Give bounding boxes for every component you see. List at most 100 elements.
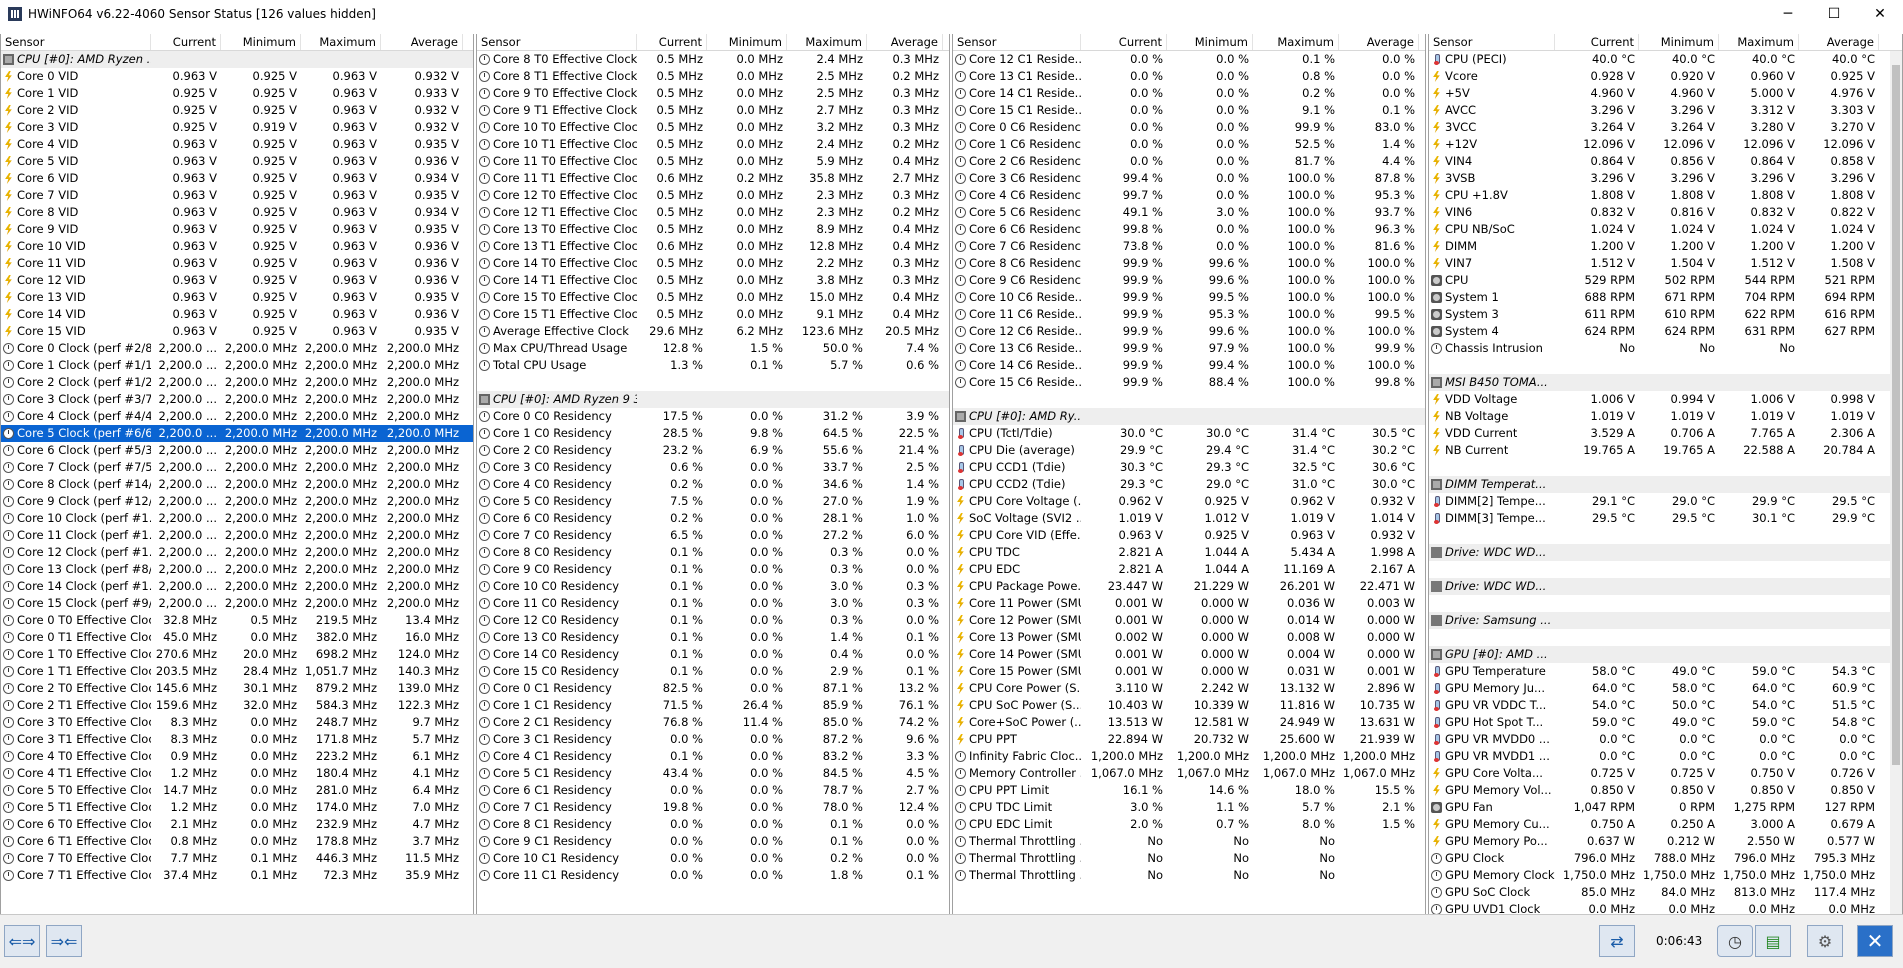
sensor-row[interactable]: Core 0 T0 Effective Clock 32.8 MHz 0.5 MHz… bbox=[1, 612, 473, 629]
report-icon[interactable]: ▤ bbox=[1755, 925, 1791, 957]
sensor-row[interactable]: Core 12 Clock (perf #1... 2,200.0 ... 2,20… bbox=[1, 544, 473, 561]
sensor-row[interactable]: CPU Core VID (Effe... 0.963 V 0.925 V 0.963… bbox=[953, 527, 1425, 544]
sensor-row[interactable]: Core 5 VID 0.963 V 0.925 V 0.963 V 0.936 V bbox=[1, 153, 473, 170]
sensor-row[interactable]: Average Effective Clock 29.6 MHz 6.2 MHz 12… bbox=[477, 323, 949, 340]
column-header-sensor[interactable]: Sensor bbox=[1429, 34, 1555, 50]
sensor-row[interactable]: Core 6 T0 Effective Clock 2.1 MHz 0.0 MHz 2… bbox=[1, 816, 473, 833]
sensor-row[interactable]: GPU Memory Po... 0.637 W 0.212 W 2.550 W 0.5… bbox=[1429, 833, 1902, 850]
sensor-row[interactable]: Core 2 VID 0.925 V 0.925 V 0.963 V 0.932 V bbox=[1, 102, 473, 119]
sensor-row[interactable]: Core 9 VID 0.963 V 0.925 V 0.963 V 0.935 V bbox=[1, 221, 473, 238]
sensor-group-header[interactable]: CPU [#0]: AMD Ryzen 9 3... bbox=[477, 391, 949, 408]
sensor-row[interactable]: Core 1 C6 Residency 0.0 % 0.0 % 52.5 % 1.4 % bbox=[953, 136, 1425, 153]
sensor-row[interactable]: Core 3 C6 Residency 99.4 % 0.0 % 100.0 % 87.… bbox=[953, 170, 1425, 187]
sensor-row[interactable]: Core 9 T0 Effective Clock 0.5 MHz 0.0 MHz 2… bbox=[477, 85, 949, 102]
sensor-row[interactable]: Core 0 VID 0.963 V 0.925 V 0.963 V 0.932 V bbox=[1, 68, 473, 85]
sensor-row[interactable]: Memory Controller ... 1,067.0 MHz 1,067.0 … bbox=[953, 765, 1425, 782]
sensor-row[interactable]: GPU UVD1 Clock 0.0 MHz 0.0 MHz 0.0 MHz 0.0 M… bbox=[1429, 901, 1902, 914]
sensor-row[interactable]: Infinity Fabric Cloc... 1,200.0 MHz 1,200.… bbox=[953, 748, 1425, 765]
sensor-row[interactable]: SoC Voltage (SVI2 ... 1.019 V 1.012 V 1.019… bbox=[953, 510, 1425, 527]
sensor-row[interactable]: Vcore 0.928 V 0.920 V 0.960 V 0.925 V bbox=[1429, 68, 1902, 85]
sensor-row[interactable]: Core 15 C1 Reside... 0.0 % 0.0 % 9.1 % 0.1 % bbox=[953, 102, 1425, 119]
sensor-row[interactable]: Core 2 C6 Residency 0.0 % 0.0 % 81.7 % 4.4 % bbox=[953, 153, 1425, 170]
sensor-row[interactable]: Core 1 C1 Residency 71.5 % 26.4 % 85.9 % 76.… bbox=[477, 697, 949, 714]
sensor-row[interactable]: Core 14 T0 Effective Clock 0.5 MHz 0.0 MHz… bbox=[477, 255, 949, 272]
column-header-sensor[interactable]: Sensor bbox=[953, 34, 1081, 50]
sensor-row[interactable]: Core 7 T0 Effective Clock 7.7 MHz 0.1 MHz 4… bbox=[1, 850, 473, 867]
sensor-row[interactable]: Core 5 C6 Residency 49.1 % 3.0 % 100.0 % 93.… bbox=[953, 204, 1425, 221]
sensor-row[interactable]: Core 0 C1 Residency 82.5 % 0.0 % 87.1 % 13.2… bbox=[477, 680, 949, 697]
sensor-row[interactable]: Core 6 C0 Residency 0.2 % 0.0 % 28.1 % 1.0 % bbox=[477, 510, 949, 527]
sensor-row[interactable]: Core 12 VID 0.963 V 0.925 V 0.963 V 0.936 V bbox=[1, 272, 473, 289]
sensor-row[interactable]: Core 14 C6 Reside... 99.9 % 99.4 % 100.0 % 1… bbox=[953, 357, 1425, 374]
sensor-row[interactable]: Core 10 T0 Effective Clock 0.5 MHz 0.0 MHz… bbox=[477, 119, 949, 136]
maximize-button[interactable]: ☐ bbox=[1811, 0, 1857, 28]
sensor-row[interactable]: Core 15 T1 Effective Clock 0.5 MHz 0.0 MHz… bbox=[477, 306, 949, 323]
sensor-row[interactable]: Core 11 C6 Reside... 99.9 % 95.3 % 100.0 % 9… bbox=[953, 306, 1425, 323]
sensor-row[interactable]: Core 15 Power (SMU) 0.001 W 0.000 W 0.031 W… bbox=[953, 663, 1425, 680]
column-header-sensor[interactable]: Sensor bbox=[477, 34, 637, 50]
sensor-row[interactable]: Core 6 C6 Residency 99.8 % 0.0 % 100.0 % 96.… bbox=[953, 221, 1425, 238]
sensor-row[interactable]: 3VSB 3.296 V 3.296 V 3.296 V 3.296 V bbox=[1429, 170, 1902, 187]
sensor-row[interactable]: Thermal Throttling ... No No No bbox=[953, 833, 1425, 850]
column-header-sensor[interactable]: Sensor bbox=[1, 34, 151, 50]
sensor-row[interactable]: Core 1 VID 0.925 V 0.925 V 0.963 V 0.933 V bbox=[1, 85, 473, 102]
sensor-row[interactable]: Core 14 C1 Reside... 0.0 % 0.0 % 0.2 % 0.0 % bbox=[953, 85, 1425, 102]
sensor-row[interactable]: Core 8 T0 Effective Clock 0.5 MHz 0.0 MHz 2… bbox=[477, 51, 949, 68]
sensor-row[interactable]: Core 14 Clock (perf #1... 2,200.0 ... 2,20… bbox=[1, 578, 473, 595]
sensor-row[interactable]: VIN6 0.832 V 0.816 V 0.832 V 0.822 V bbox=[1429, 204, 1902, 221]
sensor-row[interactable]: Core 1 Clock (perf #1/1) 2,200.0 ... 2,200… bbox=[1, 357, 473, 374]
sensor-row[interactable]: Core 13 Power (SMU) 0.002 W 0.000 W 0.008 W… bbox=[953, 629, 1425, 646]
sensor-row[interactable]: Core 1 T1 Effective Clock 203.5 MHz 28.4 M… bbox=[1, 663, 473, 680]
sensor-row[interactable]: Core 9 T1 Effective Clock 0.5 MHz 0.0 MHz 2… bbox=[477, 102, 949, 119]
sensor-row[interactable]: NB Voltage 1.019 V 1.019 V 1.019 V 1.019 V bbox=[1429, 408, 1902, 425]
sensor-row[interactable]: Core 13 C1 Reside... 0.0 % 0.0 % 0.8 % 0.0 % bbox=[953, 68, 1425, 85]
sensor-row[interactable]: 3VCC 3.264 V 3.264 V 3.280 V 3.270 V bbox=[1429, 119, 1902, 136]
sensor-row[interactable]: Core 10 T1 Effective Clock 0.5 MHz 0.0 MHz… bbox=[477, 136, 949, 153]
sensor-row[interactable]: Core 6 C1 Residency 0.0 % 0.0 % 78.7 % 2.7 % bbox=[477, 782, 949, 799]
sensor-row[interactable]: Core 8 C6 Residency 99.9 % 99.6 % 100.0 % 10… bbox=[953, 255, 1425, 272]
sensor-row[interactable]: CPU PPT 22.894 W 20.732 W 25.600 W 21.939 W bbox=[953, 731, 1425, 748]
column-header-average[interactable]: Average bbox=[1799, 34, 1879, 50]
sensor-row[interactable]: Core 11 Clock (perf #1... 2,200.0 ... 2,20… bbox=[1, 527, 473, 544]
sensor-group-header[interactable]: CPU [#0]: AMD Ryzen ... bbox=[1, 51, 473, 68]
sensor-row[interactable]: Core 6 T1 Effective Clock 0.8 MHz 0.0 MHz 1… bbox=[1, 833, 473, 850]
close-button[interactable]: ✕ bbox=[1857, 0, 1903, 28]
sensor-row[interactable]: Core+SoC Power (... 13.513 W 12.581 W 24.94… bbox=[953, 714, 1425, 731]
sensor-row[interactable]: Core 13 C0 Residency 0.1 % 0.0 % 1.4 % 0.1 % bbox=[477, 629, 949, 646]
sensor-row[interactable]: Core 7 C0 Residency 6.5 % 0.0 % 27.2 % 6.0 % bbox=[477, 527, 949, 544]
sensor-row[interactable]: Core 7 Clock (perf #7/5) 2,200.0 ... 2,200… bbox=[1, 459, 473, 476]
sensor-row[interactable]: Core 8 Clock (perf #14/... 2,200.0 ... 2,2… bbox=[1, 476, 473, 493]
sensor-row[interactable]: Core 2 Clock (perf #1/2) 2,200.0 ... 2,200… bbox=[1, 374, 473, 391]
sensor-row[interactable]: CPU (PECI) 40.0 °C 40.0 °C 40.0 °C 40.0 °C bbox=[1429, 51, 1902, 68]
sensor-row[interactable]: VDD Voltage 1.006 V 0.994 V 1.006 V 0.998 V bbox=[1429, 391, 1902, 408]
sensor-row[interactable]: Core 14 VID 0.963 V 0.925 V 0.963 V 0.936 V bbox=[1, 306, 473, 323]
sensor-row[interactable]: Core 5 C0 Residency 7.5 % 0.0 % 27.0 % 1.9 % bbox=[477, 493, 949, 510]
sensor-row[interactable]: Core 8 T1 Effective Clock 0.5 MHz 0.0 MHz 2… bbox=[477, 68, 949, 85]
sensor-group-header[interactable]: Drive: WDC WD... bbox=[1429, 578, 1902, 595]
sensor-row[interactable]: Core 10 C0 Residency 0.1 % 0.0 % 3.0 % 0.3 % bbox=[477, 578, 949, 595]
sensor-row[interactable]: CPU TDC 2.821 A 1.044 A 5.434 A 1.998 A bbox=[953, 544, 1425, 561]
sensor-row[interactable]: Thermal Throttling ... No No No bbox=[953, 867, 1425, 884]
sensor-row[interactable]: GPU SoC Clock 85.0 MHz 84.0 MHz 813.0 MHz 11… bbox=[1429, 884, 1902, 901]
sensor-group-header[interactable]: MSI B450 TOMA... bbox=[1429, 374, 1902, 391]
sensor-row[interactable]: Core 12 C0 Residency 0.1 % 0.0 % 0.3 % 0.0 % bbox=[477, 612, 949, 629]
column-header-minimum[interactable]: Minimum bbox=[1639, 34, 1719, 50]
sensor-panel-3[interactable]: Sensor Current Minimum Maximum Average Core 1… bbox=[952, 34, 1426, 914]
collapse-view-icon[interactable]: ⇐⇒ bbox=[4, 925, 40, 957]
sensor-row[interactable]: Core 9 C1 Residency 0.0 % 0.0 % 0.1 % 0.0 % bbox=[477, 833, 949, 850]
sensor-row[interactable]: Core 5 T0 Effective Clock 14.7 MHz 0.0 MHz… bbox=[1, 782, 473, 799]
sensor-row[interactable]: CPU Core Power (S... 3.110 W 2.242 W 13.132… bbox=[953, 680, 1425, 697]
column-header-maximum[interactable]: Maximum bbox=[1719, 34, 1799, 50]
sensor-row[interactable]: Chassis Intrusion No No No bbox=[1429, 340, 1902, 357]
sensor-row[interactable]: DIMM[3] Tempe... 29.5 °C 29.5 °C 30.1 °C 29.… bbox=[1429, 510, 1902, 527]
sensor-row[interactable]: AVCC 3.296 V 3.296 V 3.312 V 3.303 V bbox=[1429, 102, 1902, 119]
sensor-row[interactable]: Core 3 T1 Effective Clock 8.3 MHz 0.0 MHz 1… bbox=[1, 731, 473, 748]
minimize-button[interactable]: ─ bbox=[1765, 0, 1811, 28]
sensor-row[interactable]: Core 10 C1 Residency 0.0 % 0.0 % 0.2 % 0.0 % bbox=[477, 850, 949, 867]
sensor-row[interactable]: Core 11 T1 Effective Clock 0.6 MHz 0.2 MHz… bbox=[477, 170, 949, 187]
column-header-maximum[interactable]: Maximum bbox=[787, 34, 867, 50]
sensor-row[interactable]: Core 13 T1 Effective Clock 0.6 MHz 0.0 MHz… bbox=[477, 238, 949, 255]
column-header-average[interactable]: Average bbox=[1339, 34, 1419, 50]
sensor-row[interactable]: GPU Temperature 58.0 °C 49.0 °C 59.0 °C 54.3… bbox=[1429, 663, 1902, 680]
sensor-row[interactable]: Core 2 C0 Residency 23.2 % 6.9 % 55.6 % 21.4… bbox=[477, 442, 949, 459]
